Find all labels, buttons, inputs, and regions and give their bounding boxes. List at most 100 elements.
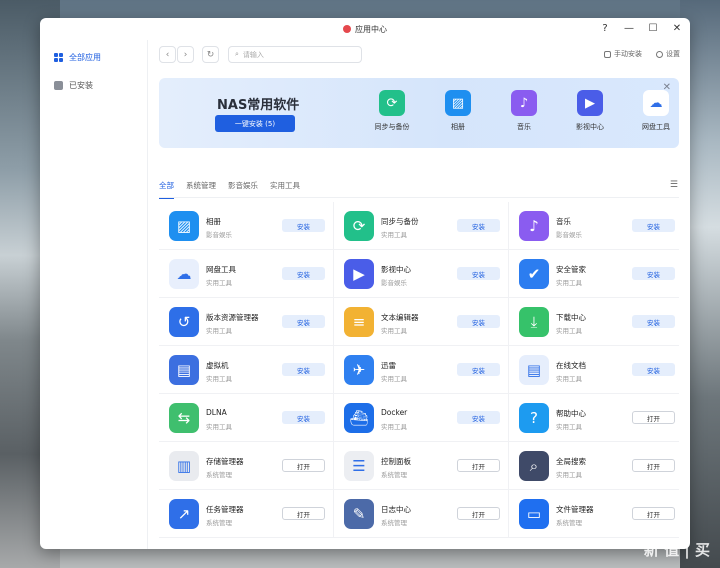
app-list-item[interactable]: ☁ 网盘工具 实用工具 安装: [159, 250, 334, 298]
open-button[interactable]: 打开: [632, 507, 675, 520]
cloud-drive-icon: ☁: [169, 259, 199, 289]
back-button[interactable]: ‹: [159, 46, 176, 63]
banner-app-item[interactable]: ▶ 影视中心: [557, 90, 623, 132]
app-list-item[interactable]: ⤓ 下载中心 实用工具 安装: [509, 298, 679, 346]
banner-app-list: ⟳ 同步与备份 ▨ 相册 ♪ 音乐 ▶ 影视中心 ☁ 网盘工具: [359, 90, 689, 132]
sidebar: 全部应用 已安装: [40, 40, 148, 549]
title-bar: 应用中心 ? — ☐ ✕: [40, 18, 690, 40]
refresh-button[interactable]: ↻: [202, 46, 219, 63]
install-button[interactable]: 安装: [282, 219, 325, 232]
sidebar-item-installed[interactable]: 已安装: [40, 74, 147, 96]
install-button[interactable]: 安装: [457, 267, 500, 280]
install-button[interactable]: 安装: [457, 315, 500, 328]
install-button[interactable]: 安装: [457, 363, 500, 376]
banner-app-item[interactable]: ▨ 相册: [425, 90, 491, 132]
install-button[interactable]: 安装: [282, 411, 325, 424]
download-icon: [54, 80, 63, 90]
app-list-item[interactable]: ⌕ 全局搜索 实用工具 打开: [509, 442, 679, 490]
app-list-item[interactable]: ✈ 迅雷 实用工具 安装: [334, 346, 509, 394]
cloud-drive-icon: ☁: [643, 90, 669, 116]
app-name: 网盘工具: [206, 265, 236, 274]
close-button[interactable]: ✕: [672, 22, 682, 36]
shield-icon: ✔: [519, 259, 549, 289]
app-list-item[interactable]: ▶ 影视中心 影音娱乐 安装: [334, 250, 509, 298]
app-name: 安全管家: [556, 265, 586, 274]
manual-install-button[interactable]: 手动安装: [604, 49, 642, 59]
control-panel-icon: ☰: [344, 451, 374, 481]
open-button[interactable]: 打开: [282, 507, 325, 520]
toolbar-actions: 手动安装 设置: [604, 49, 680, 59]
open-button[interactable]: 打开: [632, 459, 675, 472]
banner-app-item[interactable]: ☁ 网盘工具: [623, 90, 689, 132]
app-list-item[interactable]: ▤ 在线文档 实用工具 安装: [509, 346, 679, 394]
install-button[interactable]: 安装: [632, 363, 675, 376]
app-list-item[interactable]: ▤ 虚拟机 实用工具 安装: [159, 346, 334, 394]
sync-icon: ⟳: [379, 90, 405, 116]
sidebar-item-all-apps[interactable]: 全部应用: [40, 46, 147, 68]
recommend-banner: NAS常用软件 一键安装 (5) ✕ ⟳ 同步与备份 ▨ 相册 ♪ 音乐 ▶ 影视中心 ☁ 网盘工…: [159, 78, 679, 148]
app-list-item[interactable]: ▨ 相册 影音娱乐 安装: [159, 202, 334, 250]
minimize-button[interactable]: —: [624, 22, 634, 36]
forward-button[interactable]: ›: [177, 46, 194, 63]
app-list-item[interactable]: ✔ 安全管家 实用工具 安装: [509, 250, 679, 298]
install-button[interactable]: 安装: [282, 315, 325, 328]
app-name: 在线文档: [556, 361, 586, 370]
install-button[interactable]: 安装: [457, 219, 500, 232]
app-list-item[interactable]: ✎ 日志中心 系统管理 打开: [334, 490, 509, 538]
install-button[interactable]: 安装: [282, 363, 325, 376]
open-button[interactable]: 打开: [457, 459, 500, 472]
open-button[interactable]: 打开: [282, 459, 325, 472]
app-list-item[interactable]: ♪ 音乐 影音娱乐 安装: [509, 202, 679, 250]
text-editor-icon: ≡: [344, 307, 374, 337]
search-box[interactable]: ⌕: [228, 46, 362, 63]
app-category: 实用工具: [381, 375, 407, 383]
banner-app-label: 同步与备份: [374, 123, 410, 131]
app-category: 系统管理: [206, 519, 232, 527]
install-button[interactable]: 安装: [632, 219, 675, 232]
app-list-item[interactable]: ↗ 任务管理器 系统管理 打开: [159, 490, 334, 538]
app-name: 迅雷: [381, 361, 396, 370]
banner-app-item[interactable]: ♪ 音乐: [491, 90, 557, 132]
sync-icon: ⟳: [344, 211, 374, 241]
install-button[interactable]: 安装: [632, 315, 675, 328]
app-name: 影视中心: [381, 265, 411, 274]
install-button[interactable]: 安装: [632, 267, 675, 280]
app-category: 实用工具: [381, 327, 407, 335]
search-input[interactable]: [242, 50, 353, 59]
app-category: 实用工具: [556, 327, 582, 335]
sidebar-item-label: 全部应用: [69, 52, 101, 62]
filter-icon[interactable]: ☰: [670, 180, 678, 190]
app-center-window: 应用中心 ? — ☐ ✕ 全部应用 已安装 ‹ › ↻ ⌕ 手动安装: [40, 18, 690, 549]
app-list-item[interactable]: ▭ 文件管理器 系统管理 打开: [509, 490, 679, 538]
app-category: 实用工具: [206, 327, 232, 335]
app-list-item[interactable]: ↺ 版本资源管理器 实用工具 安装: [159, 298, 334, 346]
app-category: 实用工具: [381, 423, 407, 431]
maximize-button[interactable]: ☐: [648, 22, 658, 36]
banner-app-label: 音乐: [517, 123, 531, 131]
install-button[interactable]: 安装: [282, 267, 325, 280]
app-list-item[interactable]: ⟳ 同步与备份 实用工具 安装: [334, 202, 509, 250]
gear-icon: [656, 50, 663, 58]
settings-button[interactable]: 设置: [656, 49, 680, 59]
banner-app-item[interactable]: ⟳ 同步与备份: [359, 90, 425, 132]
window-title: 应用中心: [355, 24, 387, 34]
app-name: 日志中心: [381, 505, 411, 514]
music-icon: ♪: [519, 211, 549, 241]
one-click-install-button[interactable]: 一键安装 (5): [215, 115, 295, 132]
app-list-item[interactable]: ☰ 控制面板 系统管理 打开: [334, 442, 509, 490]
app-list-item[interactable]: ▥ 存储管理器 系统管理 打开: [159, 442, 334, 490]
doc-icon: ▤: [519, 355, 549, 385]
app-list-item[interactable]: ⇆ DLNA 实用工具 安装: [159, 394, 334, 442]
storage-icon: ▥: [169, 451, 199, 481]
app-list-item[interactable]: ≡ 文本编辑器 实用工具 安装: [334, 298, 509, 346]
task-manager-icon: ↗: [169, 499, 199, 529]
folder-icon: ▭: [519, 499, 549, 529]
app-list-item[interactable]: ⛴ Docker 实用工具 安装: [334, 394, 509, 442]
upload-icon: [604, 50, 611, 58]
install-button[interactable]: 安装: [457, 411, 500, 424]
open-button[interactable]: 打开: [457, 507, 500, 520]
open-button[interactable]: 打开: [632, 411, 675, 424]
help-button[interactable]: ?: [600, 22, 610, 36]
app-list-item[interactable]: ? 帮助中心 实用工具 打开: [509, 394, 679, 442]
app-name: 帮助中心: [556, 409, 586, 418]
